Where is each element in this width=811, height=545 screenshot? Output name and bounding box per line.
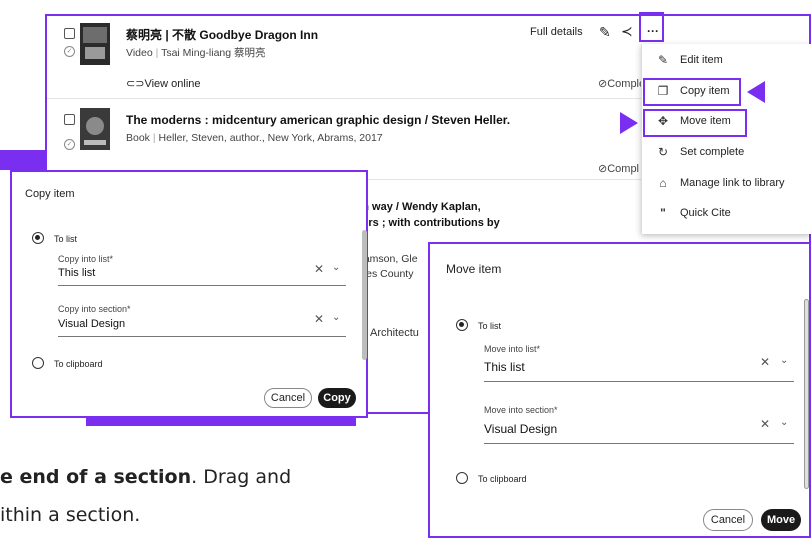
book-cover-thumbnail[interactable] (80, 108, 110, 150)
radio-to-list-label: To list (478, 321, 502, 331)
section-field-label: Copy into section* (58, 304, 131, 314)
item-meta: Video | Tsai Ming-liang 蔡明亮 (126, 45, 266, 60)
item-author: Heller, Steven, author., New York, Abram… (158, 132, 383, 144)
cancel-button[interactable]: Cancel (264, 388, 312, 408)
highlight-copy-item (643, 78, 741, 106)
cancel-button[interactable]: Cancel (703, 509, 753, 531)
copy-item-dialog: Copy item To list Copy into list* This l… (10, 170, 368, 418)
item-title-fragment: rn way / Wendy Kaplan, (358, 201, 481, 213)
chevron-down-icon[interactable]: ⌄ (780, 355, 788, 366)
arrow-pointer-move (620, 112, 638, 134)
complete-status-icon: ✓ (64, 139, 75, 150)
menu-item-manage-link[interactable]: ⌂ Manage link to library (642, 169, 811, 199)
check-circle-icon: ⊘ (598, 163, 608, 175)
share-icon[interactable]: ≺ (621, 23, 633, 40)
item-actions-menu: ✎ Edit item ❐ Copy item ✥ Move item ↻ Se… (641, 44, 811, 234)
item-meta: Book | Heller, Steven, author., New York… (126, 132, 383, 144)
dialog-title: Move item (446, 262, 502, 276)
refresh-icon: ↻ (657, 145, 669, 159)
check-circle-icon: ⊘ (598, 78, 608, 90)
list-field-label: Copy into list* (58, 254, 114, 264)
radio-to-clipboard-label: To clipboard (478, 474, 527, 484)
radio-to-clipboard[interactable] (32, 357, 44, 369)
clear-section-icon[interactable]: ✕ (314, 312, 324, 326)
instruction-line-1: e end of a section. Drag and (0, 466, 292, 488)
quote-icon: " (660, 206, 666, 220)
clear-list-icon[interactable]: ✕ (314, 262, 324, 276)
radio-to-clipboard-label: To clipboard (54, 359, 103, 369)
menu-item-quick-cite[interactable]: " Quick Cite (642, 199, 811, 229)
list-field-underline (484, 381, 794, 382)
list-field-label: Move into list* (484, 344, 541, 354)
section-field-value[interactable]: Visual Design (58, 318, 125, 330)
section-field-label: Move into section* (484, 405, 558, 415)
complete-status: ⊘Comple (598, 78, 646, 90)
full-details-link[interactable]: Full details (530, 26, 583, 38)
list-field-value[interactable]: This list (58, 267, 95, 279)
view-online-link[interactable]: ⊂⊃View online (126, 77, 201, 90)
radio-to-list-label: To list (54, 234, 78, 244)
item-title-fragment: tors ; with contributions by (358, 217, 500, 229)
menu-item-set-complete[interactable]: ↻ Set complete (642, 138, 811, 168)
pencil-icon: ✎ (657, 53, 669, 67)
radio-to-clipboard[interactable] (456, 472, 468, 484)
chevron-down-icon[interactable]: ⌄ (332, 262, 340, 273)
section-field-value[interactable]: Visual Design (484, 422, 557, 436)
highlight-move-item (643, 109, 747, 137)
edit-pencil-icon[interactable]: ✎ (599, 24, 611, 41)
complete-status-icon: ✓ (64, 46, 75, 57)
dialog-title: Copy item (25, 188, 75, 200)
copy-button[interactable]: Copy (318, 388, 356, 408)
complete-status: ⊘Compl (598, 163, 640, 175)
select-checkbox[interactable] (64, 28, 75, 39)
item-title[interactable]: 蔡明亮 | 不散 Goodbye Dragon Inn (126, 26, 318, 43)
highlight-more-actions (639, 12, 664, 42)
chevron-down-icon[interactable]: ⌄ (332, 312, 340, 323)
section-field-underline (484, 443, 794, 444)
move-button[interactable]: Move (761, 509, 801, 531)
menu-item-edit[interactable]: ✎ Edit item (642, 46, 811, 76)
chevron-down-icon[interactable]: ⌄ (780, 417, 788, 428)
move-item-dialog: Move item To list Move into list* This l… (428, 242, 811, 538)
link-icon: ⊂⊃ (126, 78, 145, 90)
video-cover-thumbnail[interactable] (80, 23, 110, 65)
item-title[interactable]: The moderns : midcentury american graphi… (126, 113, 510, 127)
select-checkbox[interactable] (64, 114, 75, 125)
dialog-scrollbar[interactable] (804, 299, 809, 489)
item-author: Tsai Ming-liang 蔡明亮 (161, 47, 266, 59)
list-field-underline (58, 285, 346, 286)
clear-section-icon[interactable]: ✕ (760, 417, 770, 431)
radio-to-list[interactable] (456, 319, 468, 331)
dialog-scrollbar[interactable] (362, 230, 367, 360)
item-meta-fragment: Architectu (370, 327, 419, 339)
radio-to-list[interactable] (32, 232, 44, 244)
arrow-pointer-copy (747, 81, 765, 103)
instruction-line-2: ithin a section. (0, 504, 141, 526)
item-type: Video (126, 47, 153, 59)
library-icon: ⌂ (659, 176, 667, 190)
section-field-underline (58, 336, 346, 337)
item-type: Book (126, 132, 150, 144)
clear-list-icon[interactable]: ✕ (760, 355, 770, 369)
list-field-value[interactable]: This list (484, 360, 525, 374)
